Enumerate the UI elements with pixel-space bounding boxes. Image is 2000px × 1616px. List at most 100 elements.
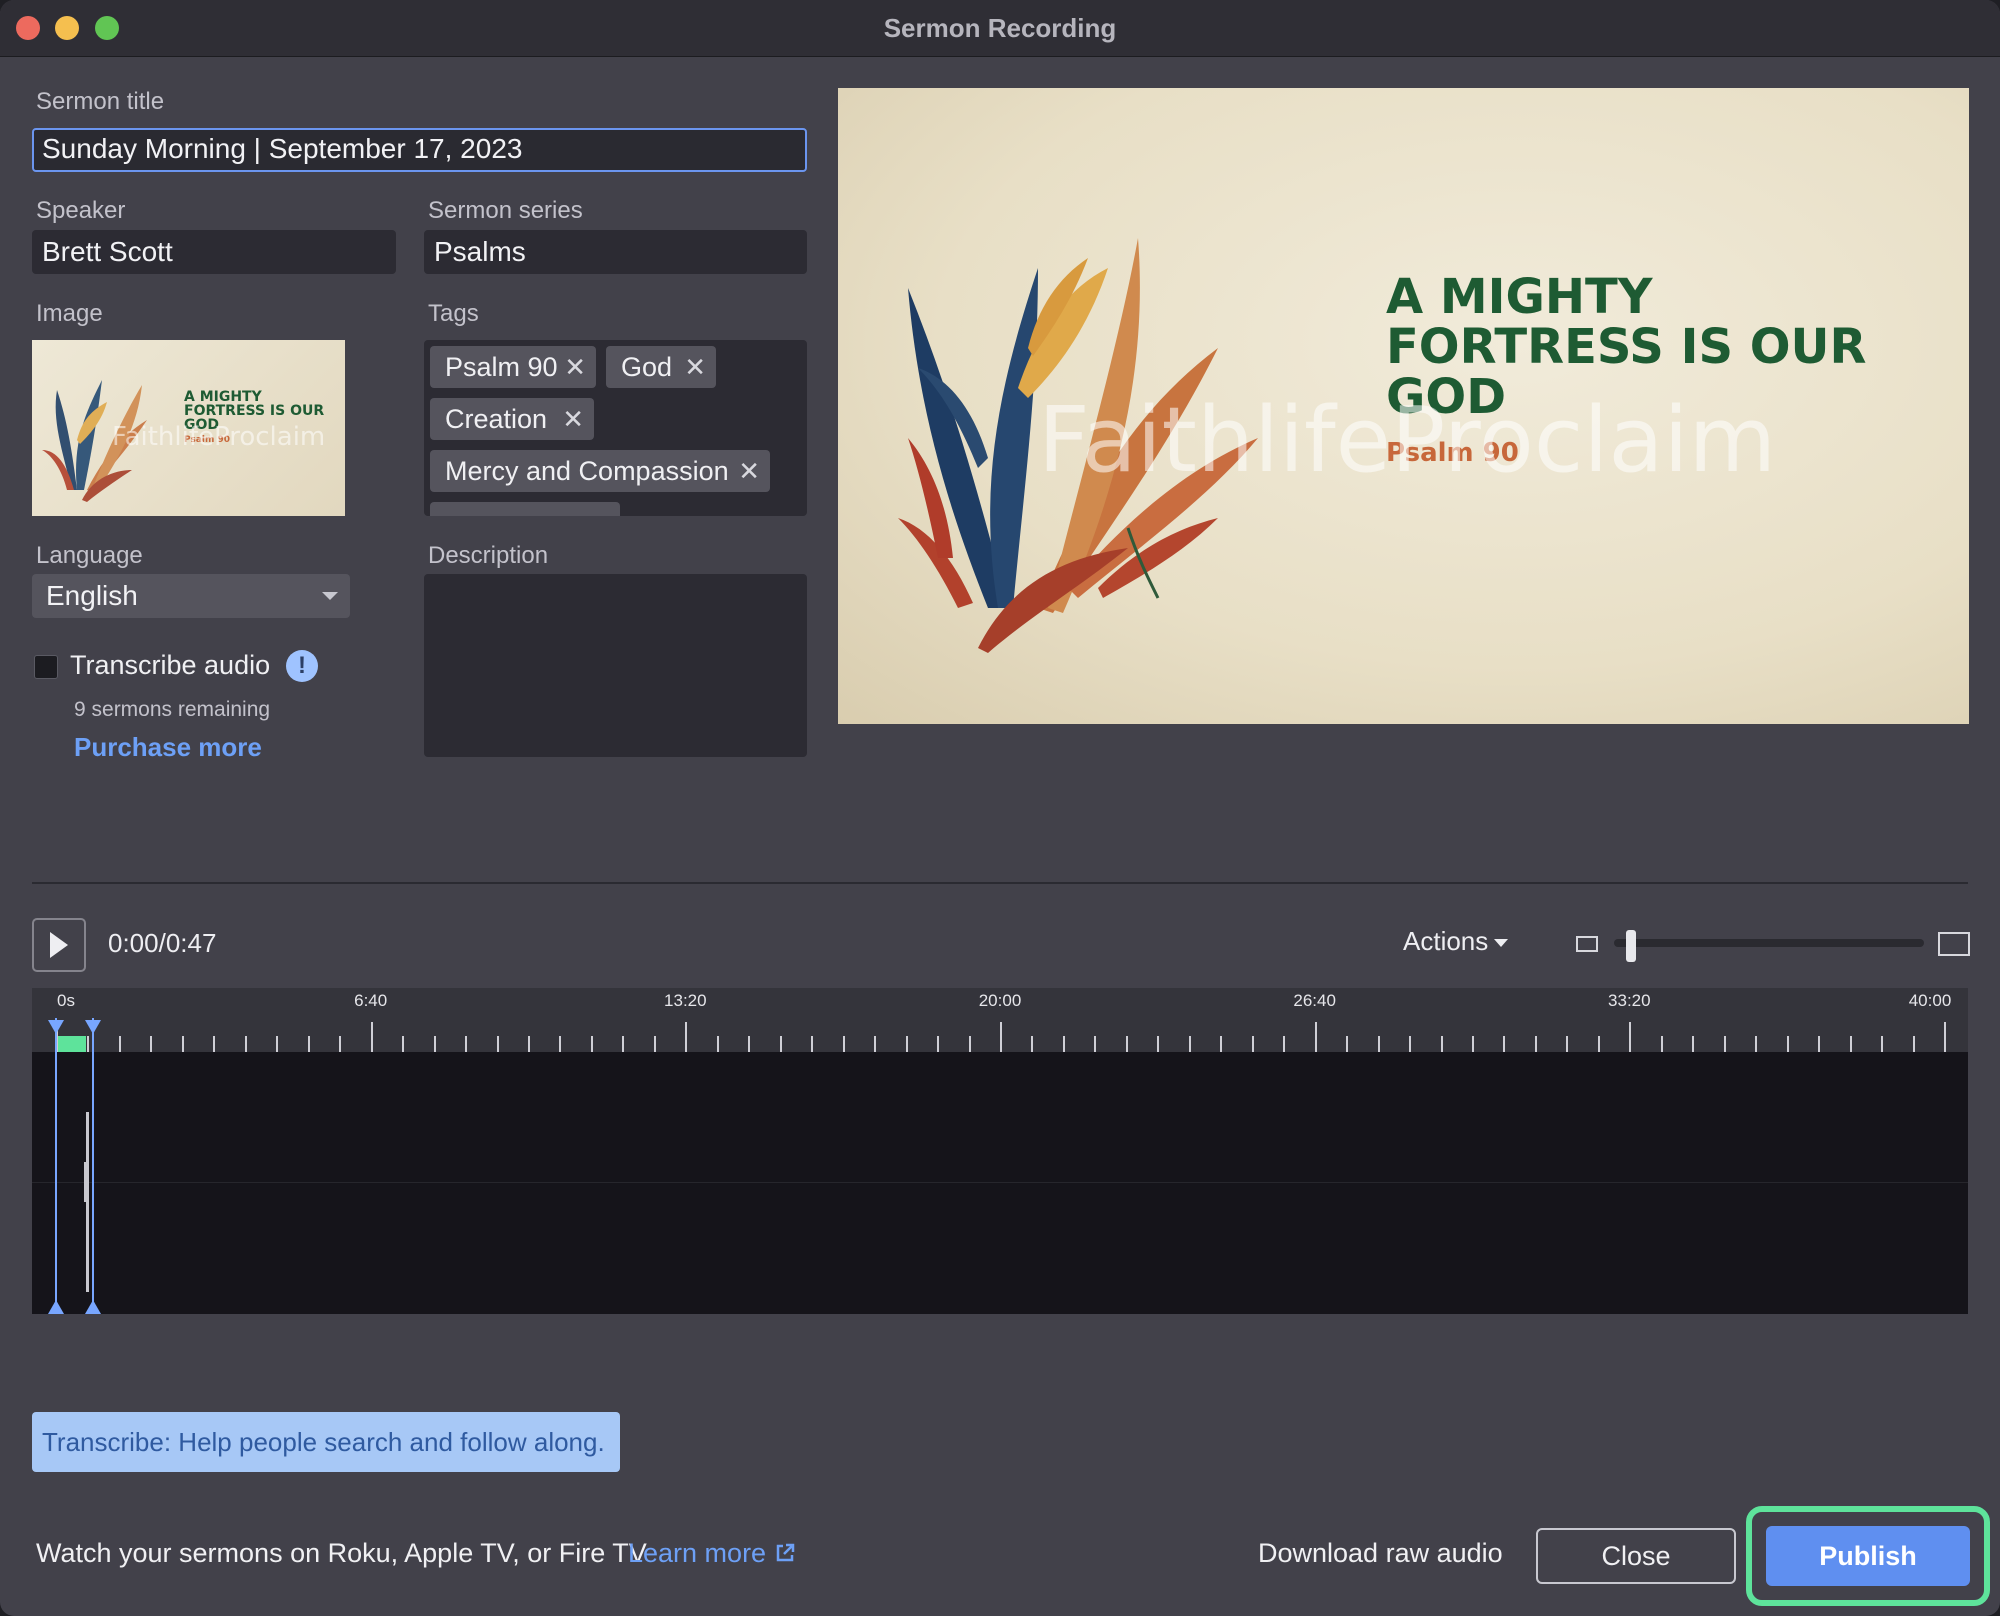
- minor-tick: [1818, 1036, 1821, 1052]
- minor-tick: [244, 1036, 247, 1052]
- waveform[interactable]: [32, 1052, 1968, 1314]
- thumb-title-line-1: A MIGHTY: [184, 389, 262, 405]
- minor-tick: [307, 1036, 310, 1052]
- zoom-out-icon[interactable]: [1576, 936, 1598, 952]
- minor-tick: [590, 1036, 593, 1052]
- minor-tick: [433, 1036, 436, 1052]
- minor-tick: [1157, 1036, 1160, 1052]
- download-raw-audio-button[interactable]: Download raw audio: [1258, 1538, 1503, 1569]
- close-button[interactable]: Close: [1536, 1528, 1736, 1584]
- major-tick: [685, 1022, 688, 1052]
- zoom-slider-thumb[interactable]: [1626, 930, 1637, 962]
- info-icon[interactable]: !: [286, 650, 318, 682]
- minor-tick: [1534, 1036, 1537, 1052]
- language-value: English: [46, 580, 138, 611]
- transcribe-hint-banner: Transcribe: Help people search and follo…: [32, 1412, 620, 1472]
- minor-tick: [1660, 1036, 1663, 1052]
- purchase-more-link[interactable]: Purchase more: [74, 732, 262, 763]
- minor-tick: [905, 1036, 908, 1052]
- zoom-slider[interactable]: [1614, 939, 1924, 947]
- timeline-ruler[interactable]: 0s 6:40 13:20 20:00 26:40 33:20 40:00: [32, 988, 1968, 1052]
- minor-tick: [559, 1036, 562, 1052]
- remove-tag-icon[interactable]: ✕: [684, 346, 706, 388]
- tag-chip: Psalm 90 ✕: [430, 346, 596, 388]
- minor-tick: [276, 1036, 279, 1052]
- minor-tick: [1755, 1036, 1758, 1052]
- tag-chip: Creation ✕: [430, 398, 594, 440]
- minor-tick: [1283, 1036, 1286, 1052]
- start-handle-top-icon[interactable]: [48, 1020, 64, 1034]
- minor-tick: [1346, 1036, 1349, 1052]
- minor-tick: [1692, 1036, 1695, 1052]
- language-select[interactable]: English: [32, 574, 350, 618]
- minor-tick: [118, 1036, 121, 1052]
- sermon-series-input[interactable]: Psalms: [424, 230, 807, 274]
- selection-range[interactable]: [58, 1036, 86, 1052]
- sermon-image-thumbnail[interactable]: A MIGHTY FORTRESS IS OUR GOD Psalm 90 Fa…: [32, 340, 345, 516]
- tags-box[interactable]: Psalm 90 ✕ God ✕ Creation ✕ Mercy and Compa…: [424, 340, 807, 516]
- tag-label: Creation: [445, 404, 548, 434]
- minor-tick: [465, 1036, 468, 1052]
- selection-start-line[interactable]: [55, 1018, 57, 1314]
- preview-title-line-1: A MIGHTY: [1386, 269, 1653, 325]
- remove-tag-icon[interactable]: ✕: [564, 346, 586, 388]
- transcribe-checkbox[interactable]: [34, 655, 58, 679]
- actions-menu[interactable]: Actions: [1403, 926, 1509, 957]
- learn-more-link[interactable]: Learn more: [628, 1538, 796, 1569]
- tag-chip: God ✕: [606, 346, 716, 388]
- play-icon: [50, 932, 68, 958]
- description-input[interactable]: [424, 574, 807, 757]
- minor-tick: [150, 1036, 153, 1052]
- tag-chip-partial: [430, 502, 620, 516]
- remove-tag-icon[interactable]: ✕: [738, 450, 760, 492]
- start-handle-bottom-icon[interactable]: [48, 1300, 64, 1314]
- learn-more-label: Learn more: [628, 1538, 767, 1568]
- minor-tick: [1849, 1036, 1852, 1052]
- minor-tick: [1440, 1036, 1443, 1052]
- sermon-title-input[interactable]: Sunday Morning | September 17, 2023: [32, 128, 807, 172]
- remove-tag-icon[interactable]: ✕: [562, 398, 584, 440]
- tag-label: God: [621, 352, 673, 382]
- watch-sermons-text: Watch your sermons on Roku, Apple TV, or…: [36, 1538, 647, 1568]
- playback-time: 0:00/0:47: [108, 928, 217, 958]
- tick-label: 20:00: [978, 991, 1022, 1010]
- minor-tick: [622, 1036, 625, 1052]
- major-tick: [1944, 1022, 1946, 1052]
- major-tick: [1629, 1022, 1632, 1052]
- sermon-recording-window: Sermon Recording Sermon title Sunday Mor…: [0, 0, 2000, 1616]
- end-handle-top-icon[interactable]: [85, 1020, 101, 1034]
- play-button[interactable]: [32, 918, 86, 972]
- sermon-title-label: Sermon title: [36, 88, 165, 115]
- preview-watermark: FaithlifeProclaim: [1038, 388, 1777, 493]
- title-bar: Sermon Recording: [0, 0, 2000, 57]
- minor-tick: [1472, 1036, 1474, 1052]
- minor-tick: [937, 1036, 940, 1052]
- minor-tick: [968, 1036, 971, 1052]
- publish-button[interactable]: Publish: [1766, 1526, 1970, 1586]
- minor-tick: [874, 1036, 877, 1052]
- description-label: Description: [428, 542, 549, 569]
- tick-label: 0s: [57, 991, 75, 1010]
- major-tick: [1000, 1022, 1002, 1052]
- minor-tick: [87, 1036, 90, 1052]
- actions-label: Actions: [1403, 926, 1489, 956]
- minor-tick: [1031, 1036, 1034, 1052]
- selection-end-line[interactable]: [92, 1018, 94, 1314]
- tag-label: Mercy and Compassion: [445, 456, 729, 486]
- section-divider: [32, 882, 1968, 884]
- minor-tick: [1251, 1036, 1254, 1052]
- minor-tick: [1723, 1036, 1726, 1052]
- speaker-input[interactable]: Brett Scott: [32, 230, 396, 274]
- minor-tick: [811, 1036, 814, 1052]
- minor-tick: [1597, 1036, 1600, 1052]
- zoom-in-icon[interactable]: [1938, 932, 1970, 956]
- minor-tick: [181, 1036, 184, 1052]
- tick-label: 26:40: [1293, 991, 1336, 1010]
- end-handle-bottom-icon[interactable]: [85, 1300, 101, 1314]
- minor-tick: [1786, 1036, 1789, 1052]
- thumb-title-line-2: FORTRESS IS OUR: [184, 403, 325, 419]
- minor-tick: [748, 1036, 751, 1052]
- minor-tick: [1094, 1036, 1097, 1052]
- minor-tick: [1912, 1036, 1915, 1052]
- minor-tick: [402, 1036, 405, 1052]
